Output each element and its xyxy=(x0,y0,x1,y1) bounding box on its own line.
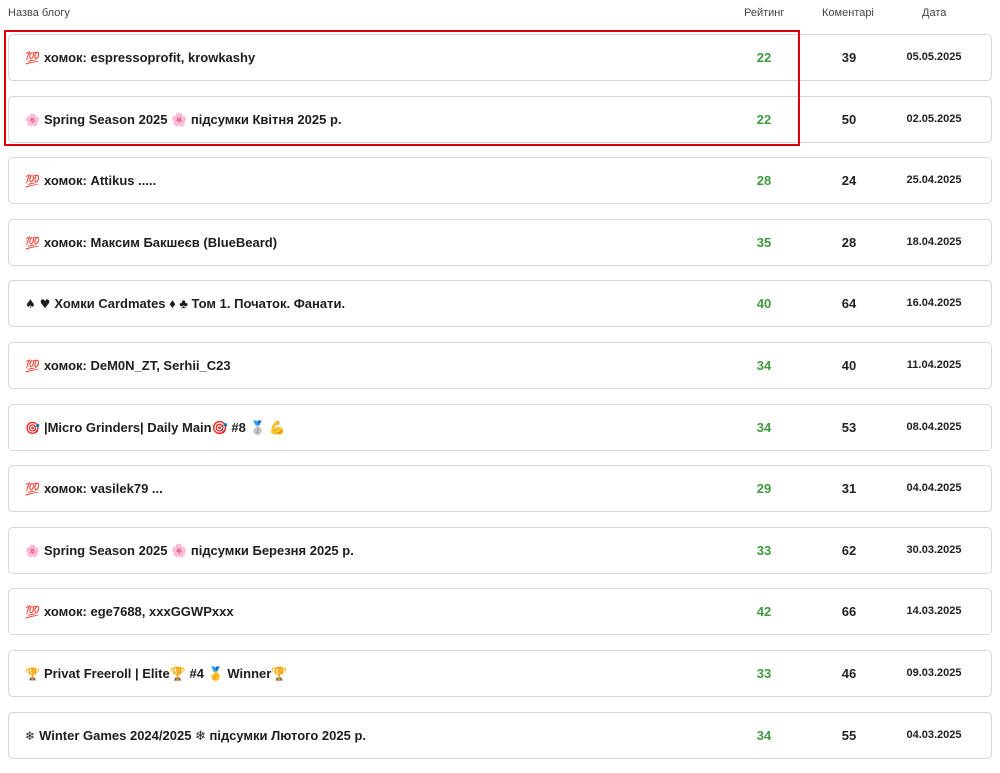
comments-count: 39 xyxy=(841,50,857,65)
hundred-points-icon: 💯 xyxy=(25,174,40,189)
comments-count: 55 xyxy=(841,727,857,743)
rating-value: 29 xyxy=(756,481,772,497)
column-header-title[interactable]: Назва блогу xyxy=(8,7,70,19)
comments-count: 50 xyxy=(841,111,857,127)
comments-count: 53 xyxy=(841,419,857,435)
blog-title-text[interactable]: Spring Season 2025 🌸 підсумки Квітня 202… xyxy=(44,112,342,127)
rating-value: 34 xyxy=(756,727,772,743)
table-row[interactable]: 🎯 |Micro Grinders| Daily Main🎯 #8 🥈 💪 34 … xyxy=(8,403,992,451)
column-header-date[interactable]: Дата xyxy=(922,7,946,19)
hundred-points-icon: 💯 xyxy=(25,235,40,250)
blog-title-text[interactable]: хомок: Attikus ..... xyxy=(44,173,156,188)
post-date: 04.03.2025 xyxy=(906,728,962,741)
blog-title[interactable]: 💯 хомок: ege7688, xxxGGWPxxx xyxy=(25,589,234,634)
rating-value: 40 xyxy=(756,296,772,312)
post-date: 05.05.2025 xyxy=(906,51,962,63)
blog-title[interactable]: 💯 хомок: vasilek79 ... xyxy=(25,466,163,511)
rating-value: 33 xyxy=(756,665,772,681)
comments-count: 64 xyxy=(841,296,857,312)
table-row[interactable]: ❄ Winter Games 2024/2025 ❄ підсумки Лютог… xyxy=(8,711,992,759)
rating-value: 34 xyxy=(756,357,772,373)
blog-title[interactable]: ♠ ♥ Хомки Cardmates ♦ ♣ Том 1. Початок. Ф… xyxy=(25,281,345,326)
blog-title[interactable]: 💯 хомок: Attikus ..... xyxy=(25,158,156,203)
comments-count: 66 xyxy=(841,604,857,620)
rating-value: 22 xyxy=(756,111,772,127)
cherry-blossom-icon: 🌸 xyxy=(25,543,40,558)
table-row[interactable]: 🏆 Privat Freeroll | Elite🏆 #4 🥇 Winner🏆 3… xyxy=(8,649,992,697)
table-header: Назва блогу Рейтинг Коментарі Дата xyxy=(0,0,1000,26)
cherry-blossom-icon: 🌸 xyxy=(25,112,40,127)
blog-title[interactable]: 💯 хомок: espressoprofit, krowkashy xyxy=(25,35,255,80)
blog-title[interactable]: 🏆 Privat Freeroll | Elite🏆 #4 🥇 Winner🏆 xyxy=(25,651,288,696)
comments-count: 62 xyxy=(841,542,857,558)
table-row[interactable]: 🌸 Spring Season 2025 🌸 підсумки Квітня 20… xyxy=(8,95,992,143)
blog-title-text[interactable]: хомок: ege7688, xxxGGWPxxx xyxy=(44,604,234,619)
post-date: 25.04.2025 xyxy=(906,174,962,187)
target-icon: 🎯 xyxy=(25,420,40,435)
table-row[interactable]: ♠ ♥ Хомки Cardmates ♦ ♣ Том 1. Початок. Ф… xyxy=(8,280,992,328)
column-header-rating[interactable]: Рейтинг xyxy=(744,7,784,19)
comments-count: 31 xyxy=(841,481,857,497)
blog-title[interactable]: 💯 хомок: Максим Бакшеєв (BlueBeard) xyxy=(25,220,277,265)
blog-title-text[interactable]: хомок: espressoprofit, krowkashy xyxy=(44,50,255,65)
blog-title[interactable]: 🌸 Spring Season 2025 🌸 підсумки Березня 2… xyxy=(25,528,354,573)
table-row[interactable]: 💯 хомок: espressoprofit, krowkashy 22 39 … xyxy=(8,34,992,81)
table-row[interactable]: 💯 хомок: ege7688, xxxGGWPxxx 42 66 14.03.… xyxy=(8,588,992,636)
rating-value: 35 xyxy=(756,234,772,250)
hundred-points-icon: 💯 xyxy=(25,482,40,497)
comments-count: 28 xyxy=(841,234,857,250)
rating-value: 34 xyxy=(756,419,772,435)
blog-title-text[interactable]: Privat Freeroll | Elite🏆 #4 🥇 Winner🏆 xyxy=(44,666,288,681)
post-date: 16.04.2025 xyxy=(906,297,962,310)
post-date: 09.03.2025 xyxy=(906,666,962,679)
rating-value: 28 xyxy=(756,173,772,189)
post-date: 14.03.2025 xyxy=(906,605,962,618)
post-date: 18.04.2025 xyxy=(906,235,962,248)
snowflake-icon: ❄ xyxy=(25,728,36,743)
blog-title[interactable]: 🌸 Spring Season 2025 🌸 підсумки Квітня 20… xyxy=(25,97,342,142)
rating-value: 22 xyxy=(756,50,772,65)
table-row[interactable]: 🌸 Spring Season 2025 🌸 підсумки Березня 2… xyxy=(8,526,992,574)
blog-title-text[interactable]: хомок: DeM0N_ZT, Serhii_C23 xyxy=(44,358,231,373)
table-row[interactable]: 💯 хомок: vasilek79 ... 29 31 04.04.2025 xyxy=(8,465,992,513)
comments-count: 40 xyxy=(841,357,857,373)
column-header-comments[interactable]: Коментарі xyxy=(822,7,874,19)
blog-title-text[interactable]: |Micro Grinders| Daily Main🎯 #8 🥈 💪 xyxy=(44,420,286,435)
post-date: 02.05.2025 xyxy=(906,112,962,125)
blog-title-text[interactable]: хомок: vasilek79 ... xyxy=(44,481,163,496)
blog-title-text[interactable]: Winter Games 2024/2025 ❄ підсумки Лютого… xyxy=(39,728,366,743)
comments-count: 24 xyxy=(841,173,857,189)
post-date: 11.04.2025 xyxy=(906,358,962,371)
post-date: 08.04.2025 xyxy=(906,420,962,433)
card-suits-icon: ♠ ♥ xyxy=(25,297,51,312)
rating-value: 42 xyxy=(756,604,772,620)
blog-title[interactable]: 🎯 |Micro Grinders| Daily Main🎯 #8 🥈 💪 xyxy=(25,405,285,450)
blog-title-text[interactable]: Spring Season 2025 🌸 підсумки Березня 20… xyxy=(44,543,354,558)
trophy-icon: 🏆 xyxy=(25,666,40,681)
hundred-points-icon: 💯 xyxy=(25,51,40,65)
blog-title[interactable]: 💯 хомок: DeM0N_ZT, Serhii_C23 xyxy=(25,343,231,388)
hundred-points-icon: 💯 xyxy=(25,605,40,620)
blog-list: 💯 хомок: espressoprofit, krowkashy 22 39 … xyxy=(8,34,992,773)
table-row[interactable]: 💯 хомок: Attikus ..... 28 24 25.04.2025 xyxy=(8,157,992,205)
blog-title-text[interactable]: Хомки Cardmates ♦ ♣ Том 1. Початок. Фана… xyxy=(54,296,345,311)
comments-count: 46 xyxy=(841,665,857,681)
post-date: 04.04.2025 xyxy=(906,482,962,495)
table-row[interactable]: 💯 хомок: DeM0N_ZT, Serhii_C23 34 40 11.04… xyxy=(8,341,992,389)
table-row[interactable]: 💯 хомок: Максим Бакшеєв (BlueBeard) 35 28… xyxy=(8,218,992,266)
blog-title-text[interactable]: хомок: Максим Бакшеєв (BlueBeard) xyxy=(44,235,277,250)
hundred-points-icon: 💯 xyxy=(25,358,40,373)
blog-title[interactable]: ❄ Winter Games 2024/2025 ❄ підсумки Лютог… xyxy=(25,713,366,758)
post-date: 30.03.2025 xyxy=(906,543,962,556)
rating-value: 33 xyxy=(756,542,772,558)
